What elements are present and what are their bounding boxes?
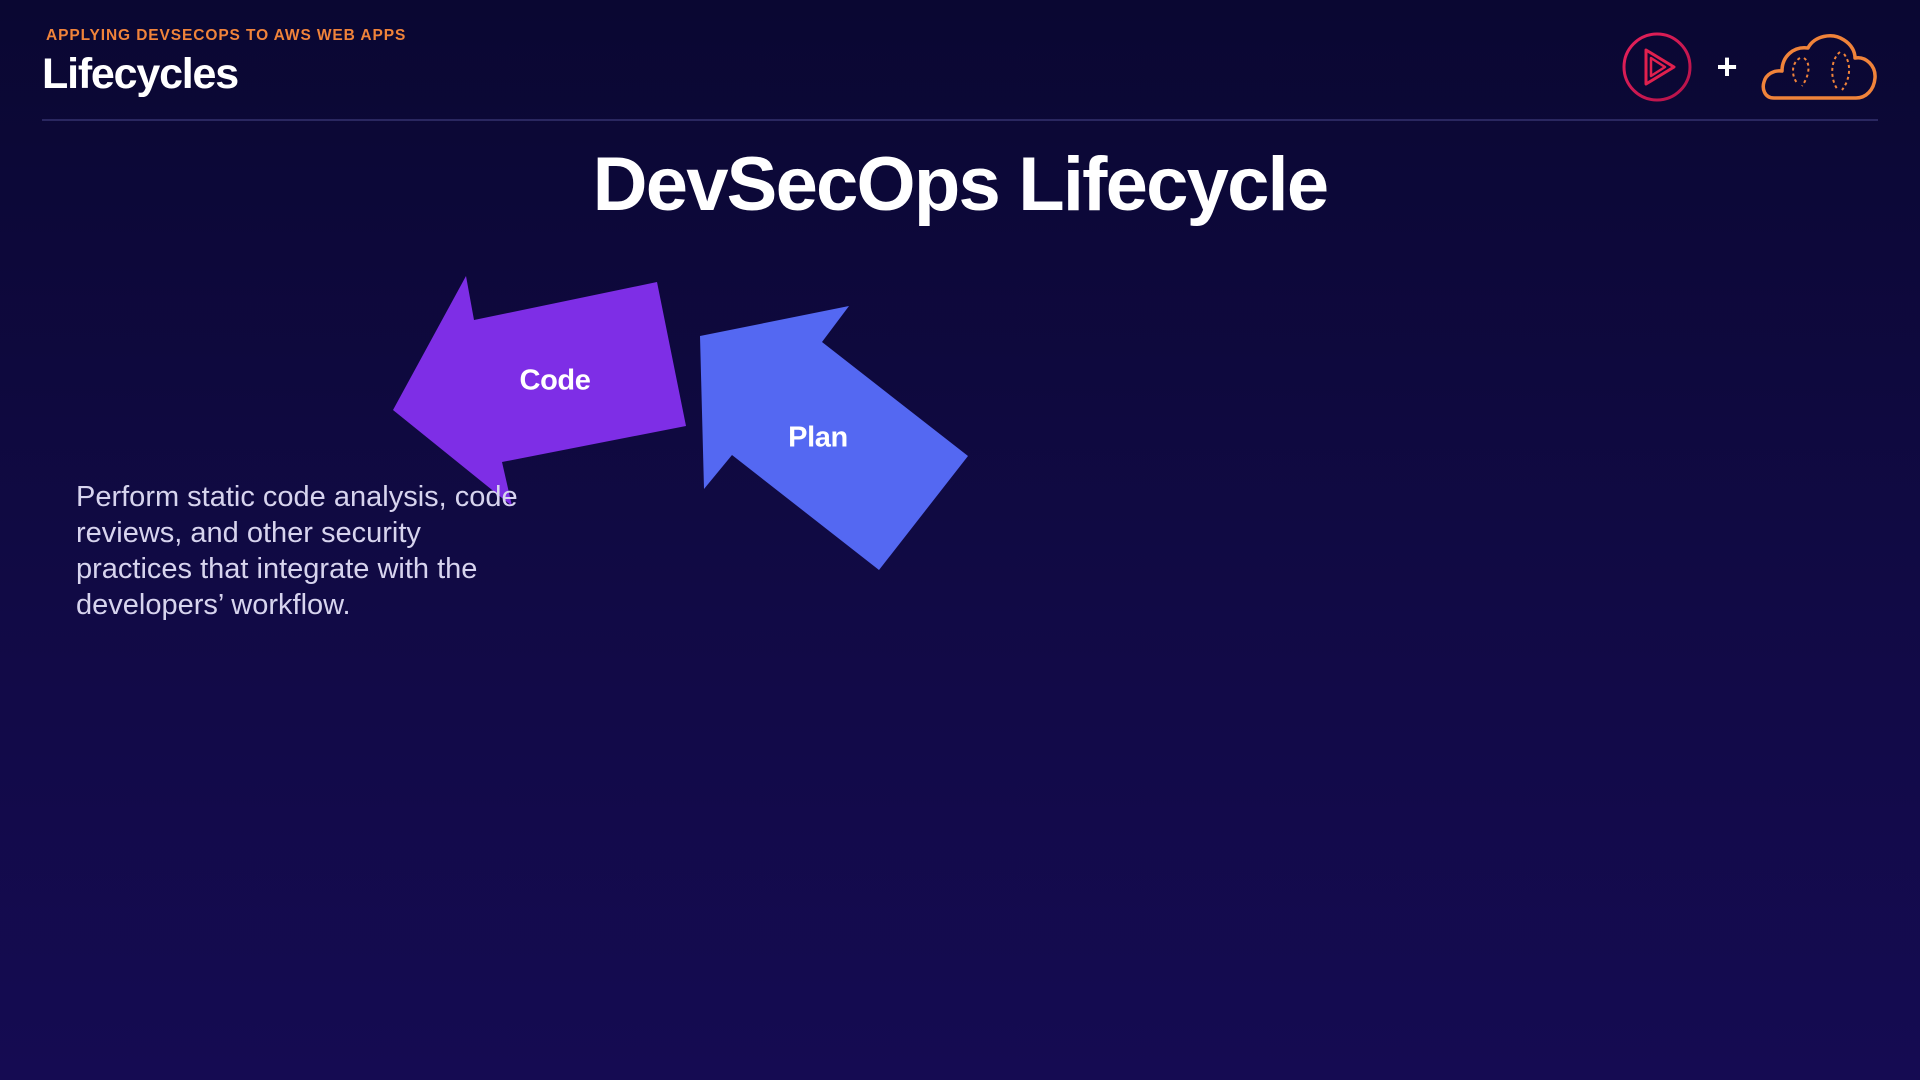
plan-stage-label: Plan <box>788 421 848 454</box>
stage-description: Perform static code analysis, code revie… <box>76 481 518 621</box>
code-stage-label: Code <box>519 364 591 397</box>
